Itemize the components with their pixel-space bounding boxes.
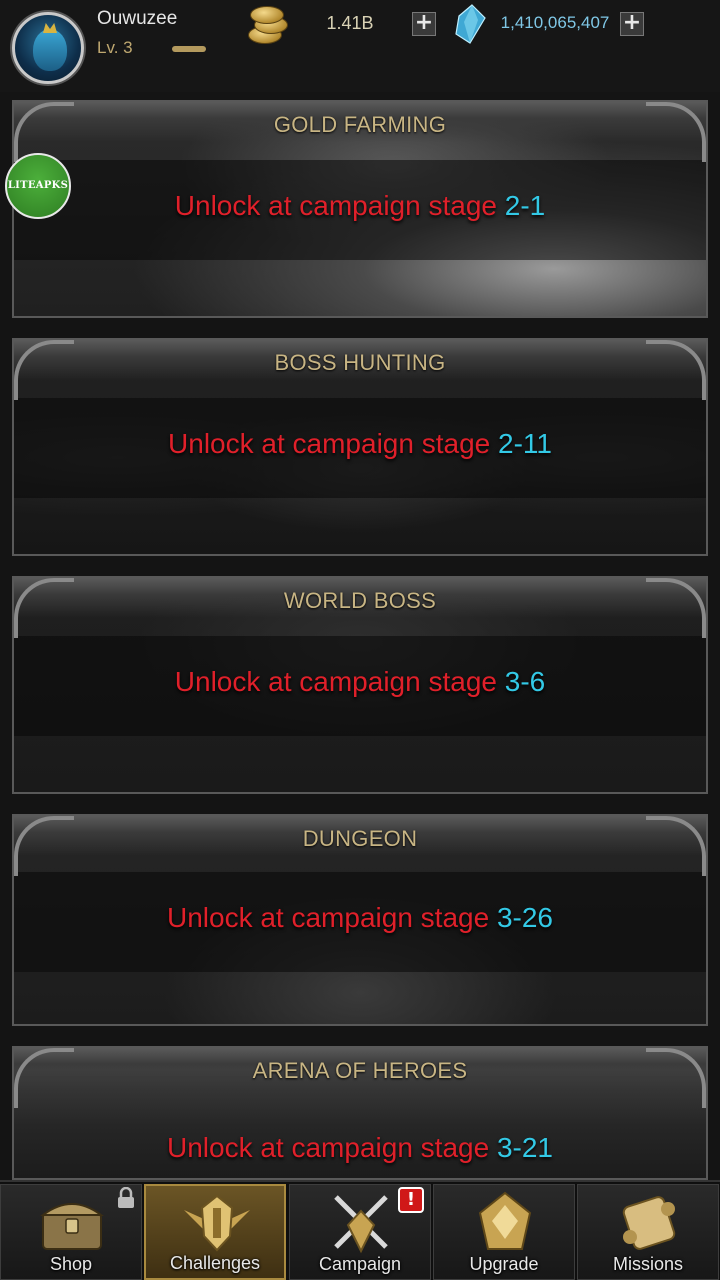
liteapks-badge[interactable]: LITEAPKS (5, 153, 71, 219)
unlock-stage: 2-11 (498, 428, 552, 459)
xp-bar (172, 46, 206, 52)
lock-icon (118, 1187, 134, 1208)
unlock-message: Unlock at campaign stage (174, 666, 505, 697)
challenge-gold-farming[interactable]: GOLD FARMING Unlock at campaign stage 2-… (12, 100, 708, 318)
nav-label: Missions (612, 1254, 683, 1274)
unlock-requirement: Unlock at campaign stage 2-11 (14, 428, 706, 460)
nav-challenges[interactable]: Challenges (144, 1184, 286, 1280)
avatar-face-icon (33, 29, 67, 71)
unlock-stage: 3-26 (496, 902, 553, 933)
unlock-message: Unlock at campaign stage (174, 190, 505, 221)
challenge-title: ARENA OF HEROES (252, 1058, 468, 1083)
unlock-requirement: Unlock at campaign stage 3-6 (14, 666, 706, 698)
add-gold-button[interactable]: + (412, 12, 436, 36)
challenge-title: WORLD BOSS (283, 588, 437, 613)
unlock-message: Unlock at campaign stage (166, 1132, 497, 1163)
gem-icon (455, 4, 486, 44)
unlock-stage: 3-6 (504, 666, 546, 697)
crossed-swords-icon (334, 1195, 388, 1254)
unlock-message: Unlock at campaign stage (166, 902, 497, 933)
gold-amount: 1.41B (326, 13, 374, 33)
player-avatar[interactable] (12, 12, 84, 84)
gem-amount: 1,410,065,407 (500, 13, 610, 32)
unlock-requirement: Unlock at campaign stage 2-1 (14, 190, 706, 222)
winged-helmet-icon (184, 1194, 250, 1252)
treasure-chest-icon (40, 1203, 104, 1250)
nav-missions[interactable]: Missions (577, 1184, 719, 1280)
scroll-icon (622, 1196, 676, 1250)
bottom-navigation: Shop Challenges ! Campaign Upgrade Missi… (0, 1180, 720, 1280)
challenge-title: GOLD FARMING (273, 112, 447, 137)
unlock-message: Unlock at campaign stage (168, 428, 498, 459)
gold-coins-icon (244, 4, 294, 46)
nav-shop[interactable]: Shop (0, 1184, 142, 1280)
upgrade-emblem-icon (478, 1191, 532, 1250)
nav-upgrade[interactable]: Upgrade (433, 1184, 575, 1280)
top-bar: Ouwuzee Lv. 3 1.41B + 1,410,065,407 + (0, 0, 720, 92)
unlock-requirement: Unlock at campaign stage 3-21 (14, 1132, 706, 1164)
challenge-world-boss[interactable]: WORLD BOSS Unlock at campaign stage 3-6 (12, 576, 708, 794)
unlock-requirement: Unlock at campaign stage 3-26 (14, 902, 706, 934)
challenge-dungeon[interactable]: DUNGEON Unlock at campaign stage 3-26 (12, 814, 708, 1026)
add-gems-button[interactable]: + (620, 12, 644, 36)
nav-label: Upgrade (469, 1254, 539, 1274)
nav-label: Shop (49, 1254, 93, 1274)
player-level: Lv. 3 (97, 38, 133, 57)
challenge-arena-of-heroes[interactable]: ARENA OF HEROES Unlock at campaign stage… (12, 1046, 708, 1180)
challenge-title: BOSS HUNTING (274, 350, 446, 375)
nav-label: Challenges (169, 1253, 261, 1273)
nav-label: Campaign (318, 1254, 402, 1274)
challenge-boss-hunting[interactable]: BOSS HUNTING Unlock at campaign stage 2-… (12, 338, 708, 556)
nav-campaign[interactable]: ! Campaign (289, 1184, 431, 1280)
challenge-title: DUNGEON (302, 826, 418, 851)
unlock-stage: 3-21 (496, 1132, 553, 1163)
alert-icon: ! (398, 1187, 424, 1213)
unlock-stage: 2-1 (504, 190, 546, 221)
player-name: Ouwuzee (97, 8, 178, 29)
avatar-crown-icon (43, 23, 57, 33)
